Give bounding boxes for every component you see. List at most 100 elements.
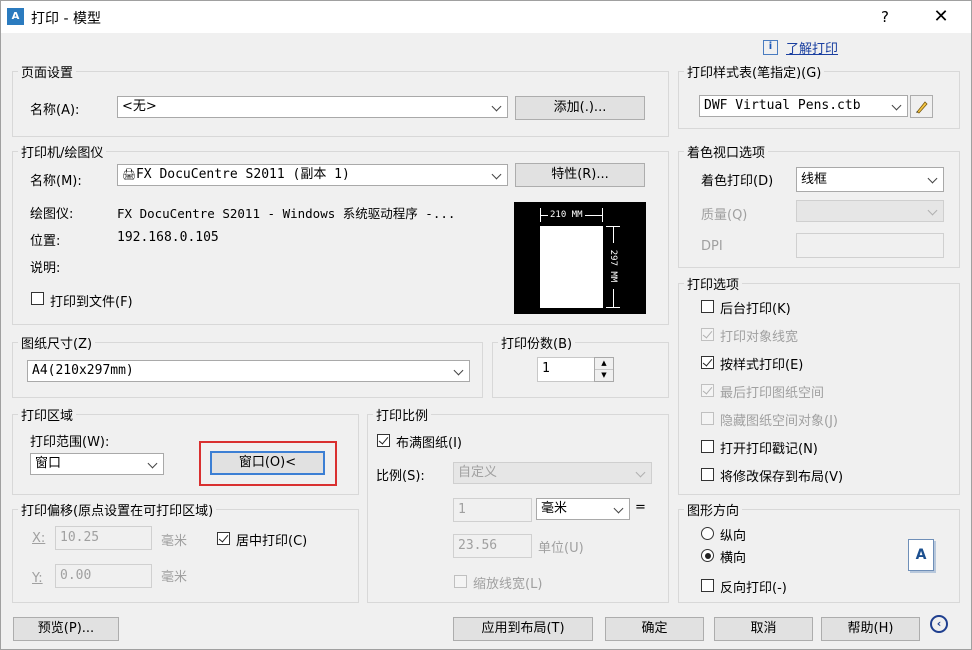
plot-offset-group (12, 509, 359, 603)
paper-size-title: 图纸尺寸(Z) (18, 333, 96, 352)
add-page-setup-button[interactable]: 添加(.)... (515, 96, 645, 120)
page-setup-name-combo[interactable]: <无> (117, 96, 508, 118)
scale-units-label: 单位(U) (538, 541, 584, 556)
plotter-value: FX DocuCentre S2011 - Windows 系统驱动程序 -..… (117, 206, 456, 221)
printer-title: 打印机/绘图仪 (18, 142, 107, 161)
preview-button[interactable]: 预览(P)... (13, 617, 119, 641)
copies-spinner[interactable]: ▲ ▼ (594, 357, 614, 382)
x-offset-label: X: (32, 531, 46, 546)
hide-objects-checkbox[interactable] (701, 412, 714, 425)
quality-combo[interactable] (796, 200, 944, 222)
page-setup-name-value: <无> (122, 99, 157, 114)
plot-area-title: 打印区域 (18, 405, 77, 424)
chevron-down-icon (927, 169, 939, 189)
shaded-viewport-title: 着色视口选项 (684, 142, 769, 161)
close-button[interactable]: ✕ (927, 6, 955, 28)
collapse-arrow-icon[interactable]: ‹ (930, 615, 948, 633)
fit-to-paper-checkbox[interactable] (377, 434, 390, 447)
paper-preview: 210 MM 297 MM (514, 202, 646, 314)
plot-lineweights-checkbox[interactable] (701, 328, 714, 341)
preview-height-label: 297 MM (607, 243, 619, 289)
style-table-combo[interactable]: DWF Virtual Pens.ctb (699, 95, 908, 117)
plot-with-styles-checkbox[interactable] (701, 356, 714, 369)
upside-down-checkbox[interactable] (701, 579, 714, 592)
paperspace-last-checkbox[interactable] (701, 384, 714, 397)
upside-down-label: 反向打印(-) (720, 581, 787, 596)
style-table-title: 打印样式表(笔指定)(G) (684, 62, 825, 81)
style-table-value: DWF Virtual Pens.ctb (704, 98, 861, 113)
chevron-down-icon (491, 165, 503, 185)
x-offset-unit: 毫米 (161, 534, 188, 549)
help-button[interactable]: 帮助(H) (821, 617, 920, 641)
portrait-radio[interactable] (701, 527, 714, 540)
height-dimension: 297 MM (606, 226, 620, 308)
chevron-down-icon (891, 96, 903, 116)
spin-down-icon[interactable]: ▼ (595, 370, 613, 381)
chevron-down-icon (147, 454, 159, 474)
description-label: 说明: (30, 261, 61, 276)
y-offset-unit: 毫米 (161, 570, 188, 585)
printer-properties-button[interactable]: 特性(R)... (515, 163, 645, 187)
page-setup-title: 页面设置 (18, 62, 77, 81)
save-to-layout-checkbox[interactable] (701, 468, 714, 481)
apply-to-layout-button[interactable]: 应用到布局(T) (453, 617, 593, 641)
x-offset-input[interactable]: 10.25 (55, 526, 152, 550)
paper-size-combo[interactable]: A4(210x297mm) (27, 360, 470, 382)
chevron-down-icon (613, 499, 625, 519)
plot-with-styles-label: 按样式打印(E) (720, 358, 804, 373)
page-setup-name-label: 名称(A): (30, 103, 80, 118)
y-offset-input[interactable]: 0.00 (55, 564, 152, 588)
orientation-title: 图形方向 (684, 500, 743, 519)
scale-lineweights-checkbox[interactable] (454, 575, 467, 588)
plot-stamp-label: 打开打印戳记(N) (720, 442, 818, 457)
plot-scale-title: 打印比例 (373, 405, 432, 424)
landscape-orientation-icon: A (908, 539, 934, 571)
scale-numerator-input[interactable]: 1 (453, 498, 532, 522)
paper-sheet (540, 226, 603, 308)
printer-name-combo[interactable]: 🖨FX DocuCentre S2011 (副本 1) (117, 164, 508, 186)
dpi-input[interactable] (796, 233, 944, 258)
quality-label: 质量(Q) (701, 208, 748, 223)
learn-plot-link[interactable]: 了解打印 (786, 38, 838, 57)
plot-range-label: 打印范围(W): (30, 435, 110, 450)
highlight-box (199, 441, 337, 486)
scale-combo[interactable]: 自定义 (453, 462, 652, 484)
plotter-label: 绘图仪: (30, 207, 74, 222)
equals-sign: = (635, 500, 646, 515)
autocad-app-icon: A (7, 8, 24, 25)
print-to-file-checkbox[interactable] (31, 292, 44, 305)
center-plot-checkbox[interactable] (217, 532, 230, 545)
dpi-label: DPI (701, 239, 723, 254)
edit-style-button[interactable] (910, 95, 933, 118)
chevron-down-icon (927, 201, 939, 221)
preview-width-label: 210 MM (548, 209, 585, 221)
copies-title: 打印份数(B) (498, 333, 576, 352)
plot-offset-title: 打印偏移(原点设置在可打印区域) (18, 500, 217, 519)
title-bar: A 打印 - 模型 ? ✕ (1, 1, 971, 33)
copies-input[interactable]: 1 (537, 357, 595, 382)
ok-button[interactable]: 确定 (605, 617, 704, 641)
printer-name-label: 名称(M): (30, 174, 82, 189)
landscape-radio[interactable] (701, 549, 714, 562)
hide-objects-label: 隐藏图纸空间对象(J) (720, 414, 838, 429)
location-value: 192.168.0.105 (117, 230, 219, 245)
chevron-down-icon (491, 97, 503, 117)
shade-plot-combo[interactable]: 线框 (796, 167, 944, 192)
chevron-down-icon (453, 361, 465, 381)
shade-plot-label: 着色打印(D) (701, 174, 774, 189)
help-question-button[interactable]: ? (873, 6, 897, 28)
landscape-label: 横向 (720, 551, 747, 566)
cancel-button[interactable]: 取消 (714, 617, 813, 641)
scale-unit-combo[interactable]: 毫米 (536, 498, 630, 520)
background-plot-label: 后台打印(K) (720, 302, 791, 317)
spin-up-icon[interactable]: ▲ (595, 358, 613, 370)
print-to-file-label: 打印到文件(F) (50, 295, 133, 310)
y-offset-label: Y: (32, 571, 43, 586)
plot-range-combo[interactable]: 窗口 (30, 453, 164, 475)
printer-icon: 🖨 (122, 168, 136, 181)
printer-name-value: FX DocuCentre S2011 (副本 1) (135, 167, 350, 182)
scale-unit-value: 毫米 (541, 501, 568, 516)
background-plot-checkbox[interactable] (701, 300, 714, 313)
plot-stamp-checkbox[interactable] (701, 440, 714, 453)
scale-denominator-input[interactable]: 23.56 (453, 534, 532, 558)
